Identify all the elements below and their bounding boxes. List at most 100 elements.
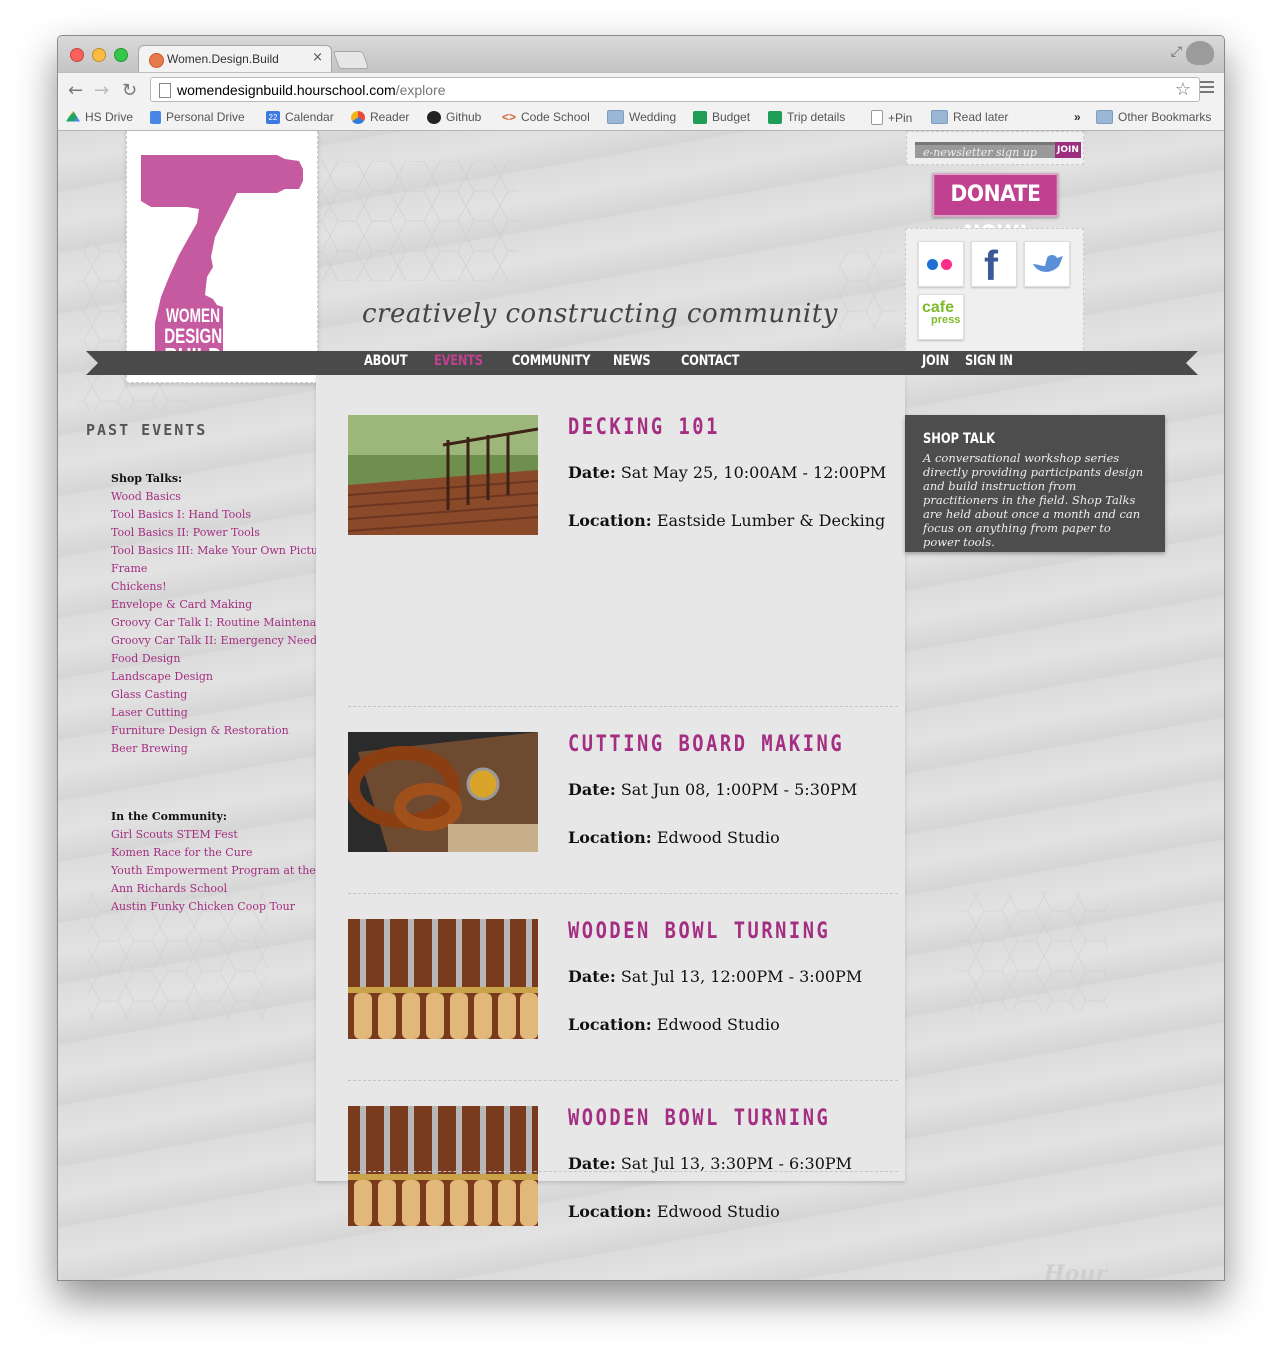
event-title[interactable]: DECKING 101 <box>568 415 720 440</box>
tab-strip: Women.Design.Build × ⤢ <box>58 36 1224 74</box>
past-event-link[interactable]: Beer Brewing <box>111 740 336 758</box>
browser-toolbar: ← → ↻ womendesignbuild.hourschool.com/ex… <box>58 72 1224 107</box>
nav-about[interactable]: ABOUT <box>364 353 408 369</box>
bookmark-personal-drive[interactable]: Personal Drive <box>150 110 245 124</box>
bookmark-calendar[interactable]: 22 Calendar <box>266 110 334 124</box>
url-text[interactable]: womendesignbuild.hourschool.com/explore <box>177 82 446 98</box>
event-divider <box>348 1080 898 1081</box>
close-window-button[interactable] <box>70 48 84 62</box>
event-image-chisels[interactable] <box>348 1106 538 1226</box>
address-bar[interactable]: womendesignbuild.hourschool.com/explore … <box>150 77 1200 102</box>
past-event-link[interactable]: Girl Scouts STEM Fest <box>111 826 316 844</box>
past-event-link[interactable]: Tool Basics III: Make Your Own Picture <box>111 542 336 560</box>
facebook-button[interactable]: f <box>971 241 1017 289</box>
new-tab-button[interactable] <box>332 51 370 69</box>
past-event-link[interactable]: Komen Race for the Cure <box>111 844 316 862</box>
bookmark-other[interactable]: Other Bookmarks <box>1096 110 1211 124</box>
event-image-pretzel[interactable] <box>348 732 538 852</box>
past-event-link[interactable]: Laser Cutting <box>111 704 336 722</box>
past-event-link[interactable]: Food Design <box>111 650 336 668</box>
nav-contact[interactable]: CONTACT <box>681 353 739 369</box>
back-icon[interactable]: ← <box>68 80 83 101</box>
tab-close-icon[interactable]: × <box>312 50 323 65</box>
drive-icon <box>66 110 80 122</box>
bookmark-github[interactable]: Github <box>427 110 481 124</box>
minimize-window-button[interactable] <box>92 48 106 62</box>
page-icon <box>871 110 883 125</box>
flickr-button[interactable] <box>918 241 964 287</box>
main-nav: ABOUT EVENTS COMMUNITY NEWS CONTACT JOIN… <box>86 351 1198 375</box>
shop-talk-title: SHOP TALK <box>923 431 996 447</box>
past-event-link[interactable]: Chickens! <box>111 578 336 596</box>
more-bookmarks-icon[interactable]: » <box>1074 110 1081 124</box>
past-event-link[interactable]: Furniture Design & Restoration <box>111 722 336 740</box>
newsletter-email-field[interactable]: e-newsletter sign up <box>915 142 1055 159</box>
forward-icon[interactable]: → <box>94 80 109 101</box>
past-event-link[interactable]: Ann Richards School <box>111 880 316 898</box>
event-date: Date: Sat May 25, 10:00AM - 12:00PM <box>568 463 887 482</box>
event-image-chisels[interactable] <box>348 919 538 1039</box>
flickr-dot-icon <box>941 259 952 270</box>
fullscreen-icon[interactable]: ⤢ <box>1171 44 1182 60</box>
event-title[interactable]: WOODEN BOWL TURNING <box>568 1106 830 1131</box>
twitter-icon <box>1033 255 1063 272</box>
folder-icon <box>1096 110 1113 124</box>
events-panel: DECKING 101 Date: Sat May 25, 10:00AM - … <box>316 375 905 1226</box>
bookmark-code-school[interactable]: <> Code School <box>502 110 590 124</box>
nav-community[interactable]: COMMUNITY <box>512 353 590 369</box>
nav-news[interactable]: NEWS <box>613 353 651 369</box>
bookmark-read-later[interactable]: Read later <box>931 110 1008 124</box>
past-event-link[interactable]: Wood Basics <box>111 488 336 506</box>
bookmark-hs-drive[interactable]: HS Drive <box>66 110 133 124</box>
profile-avatar-icon[interactable] <box>1186 41 1214 65</box>
past-event-link[interactable]: Envelope & Card Making <box>111 596 336 614</box>
event-date: Date: Sat Jul 13, 12:00PM - 3:00PM <box>568 967 863 986</box>
window-controls <box>70 48 128 62</box>
past-event-link[interactable]: Groovy Car Talk II: Emergency Needs <box>111 632 336 650</box>
folder-icon <box>607 110 624 124</box>
zoom-window-button[interactable] <box>114 48 128 62</box>
past-event-link[interactable]: Frame <box>111 560 336 578</box>
page-icon <box>159 83 171 98</box>
event-title[interactable]: CUTTING BOARD MAKING <box>568 732 844 757</box>
web-page: WOMEN DESIGN BUILD creatively constructi… <box>58 131 1224 1280</box>
newsletter-join-button[interactable]: JOIN <box>1055 142 1081 158</box>
bookmark-budget[interactable]: Budget <box>693 110 750 124</box>
site-tagline: creatively constructing community <box>362 299 838 329</box>
nav-sign-in[interactable]: SIGN IN <box>965 353 1013 369</box>
newsletter-signup: e-newsletter sign up JOIN <box>906 131 1084 165</box>
twitter-button[interactable] <box>1024 241 1070 287</box>
nav-join[interactable]: JOIN <box>922 353 949 369</box>
event-card: WOODEN BOWL TURNING Date: Sat Jul 13, 12… <box>348 919 898 1106</box>
donate-button[interactable]: DONATE NOW! <box>932 173 1059 247</box>
bookmarks-bar: HS Drive Personal Drive 22 Calendar Reade… <box>58 106 1224 131</box>
past-event-link[interactable]: Tool Basics II: Power Tools <box>111 524 336 542</box>
event-divider <box>348 893 898 894</box>
cafepress-button[interactable]: cafe press <box>918 294 964 340</box>
folder-icon <box>931 110 948 124</box>
past-event-link[interactable]: Austin Funky Chicken Coop Tour <box>111 898 316 916</box>
reload-icon[interactable]: ↻ <box>122 80 137 101</box>
bookmark-wedding[interactable]: Wedding <box>607 110 676 124</box>
cafepress-icon: cafe press <box>922 299 961 327</box>
past-events-title: PAST EVENTS <box>86 421 208 439</box>
shop-talks-list: Shop Talks: Wood Basics Tool Basics I: H… <box>111 470 336 758</box>
bookmark-pin[interactable]: +Pin <box>871 110 912 125</box>
bookmark-reader[interactable]: Reader <box>351 110 409 124</box>
event-title[interactable]: WOODEN BOWL TURNING <box>568 919 830 944</box>
past-event-link[interactable]: Tool Basics I: Hand Tools <box>111 506 336 524</box>
bookmark-star-icon[interactable]: ☆ <box>1175 79 1191 100</box>
past-event-link[interactable]: Groovy Car Talk I: Routine Maintenance <box>111 614 336 632</box>
past-event-link[interactable]: Landscape Design <box>111 668 336 686</box>
event-image-deck[interactable] <box>348 415 538 535</box>
past-event-link[interactable]: Glass Casting <box>111 686 336 704</box>
community-list: In the Community: Girl Scouts STEM Fest … <box>111 808 316 916</box>
favicon-icon <box>149 53 164 68</box>
browser-tab[interactable]: Women.Design.Build × <box>138 45 332 74</box>
menu-icon[interactable] <box>1200 81 1214 96</box>
nav-events[interactable]: EVENTS <box>434 353 483 369</box>
bookmark-trip-details[interactable]: Trip details <box>768 110 845 124</box>
past-event-link[interactable]: Youth Empowerment Program at the <box>111 862 316 880</box>
shop-talk-description: A conversational workshop series directl… <box>923 451 1144 549</box>
site-logo[interactable]: WOMEN DESIGN BUILD <box>126 131 318 383</box>
